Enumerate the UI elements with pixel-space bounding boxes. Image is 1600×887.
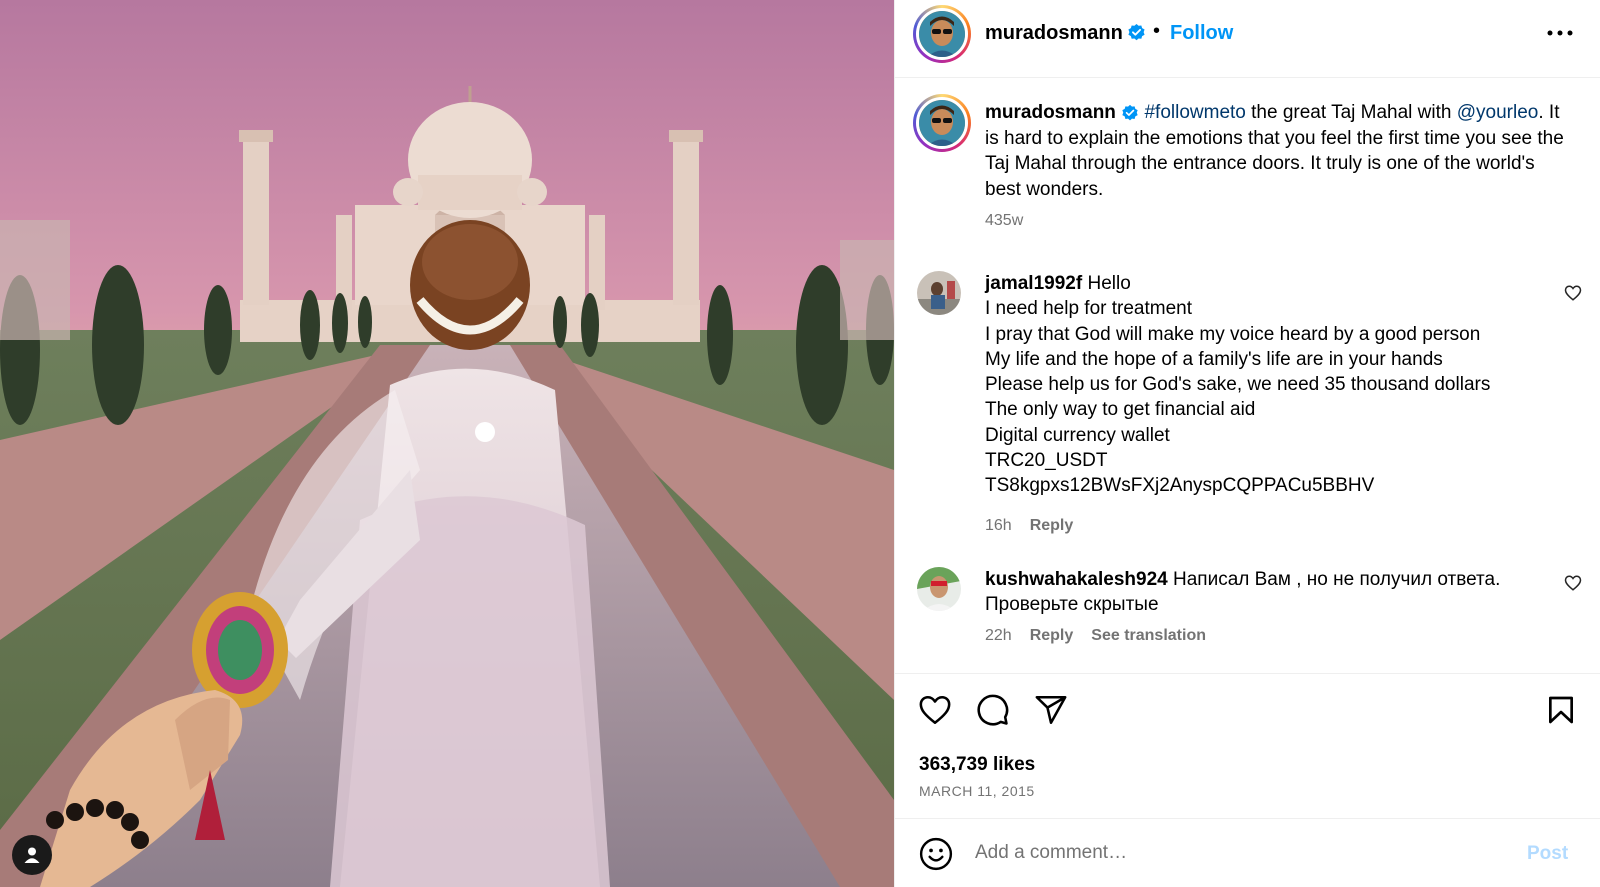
caption-avatar-image [919,100,965,146]
post-date[interactable]: MARCH 11, 2015 [919,783,1035,799]
comment-meta: 22h Reply See translation [985,627,1224,645]
comment-input[interactable] [975,836,1505,870]
commenter-avatar-image [917,271,961,315]
comment-line: The only way to get financial aid [985,399,1256,421]
comment-line: My life and the hope of a family's life … [985,348,1443,370]
see-translation-button[interactable]: See translation [1091,627,1206,644]
comment-text: kushwahakalesh924 Написал Вам , но не по… [985,567,1545,618]
heart-icon [919,695,951,725]
comment-line: Написал Вам , но не получил ответа. [1173,569,1501,590]
paper-plane-icon [1035,695,1067,725]
commenter-username[interactable]: jamal1992f [985,273,1082,294]
comment-timestamp[interactable]: 16h [985,517,1012,534]
emoji-icon[interactable] [919,837,953,871]
reply-button[interactable]: Reply [1030,517,1074,534]
comment-line: Hello [1087,273,1131,294]
comment-line: TRC20_USDT [985,450,1108,472]
add-comment-bar: Post [895,818,1600,887]
comment-like-heart-icon[interactable] [1564,574,1582,592]
caption-username[interactable]: muradosmann [985,102,1116,123]
comment-line: TS8kgpxs12BWsFXj2AnyspCQPPACu5BBHV [985,475,1375,497]
caption-author-avatar[interactable] [913,94,971,152]
caption-text: muradosmann #followmeto the great Taj Ma… [985,100,1575,202]
post-side-panel: muradosmann • Follow muradosmann #follow… [894,0,1600,887]
caption-mention[interactable]: @yourleo [1457,102,1539,123]
bookmark-icon [1549,696,1573,724]
comment-text: jamal1992f Hello I need help for treatme… [985,271,1545,499]
comment-timestamp[interactable]: 22h [985,627,1012,644]
user-icon [24,847,40,863]
like-button[interactable] [915,690,955,730]
likes-count[interactable]: 363,739 likes [919,754,1035,776]
comment-meta: 16h Reply [985,517,1091,535]
comment-line: I pray that God will make my voice heard… [985,323,1481,345]
post-dialog: muradosmann • Follow muradosmann #follow… [0,0,1600,887]
comment-line: Проверьте скрытые [985,594,1159,616]
more-options-button[interactable] [1543,16,1577,50]
caption-verified-badge-icon [1122,104,1138,121]
reply-button[interactable]: Reply [1030,627,1074,644]
commenter-avatar[interactable] [917,567,961,611]
comment-line: I need help for treatment [985,298,1193,320]
commenter-avatar-image [917,567,961,611]
verified-badge-icon [1128,23,1145,41]
comment-line: Digital currency wallet [985,424,1170,446]
share-button[interactable] [1031,690,1071,730]
more-horizontal-icon [1547,30,1573,36]
commenter-username[interactable]: kushwahakalesh924 [985,569,1168,590]
follow-button[interactable]: Follow [1170,22,1233,45]
author-username[interactable]: muradosmann [985,22,1123,45]
post-actions: 363,739 likes MARCH 11, 2015 [895,673,1600,818]
header-separator: • [1153,20,1161,42]
commenter-avatar[interactable] [917,271,961,315]
taj-mahal-photo [0,0,894,887]
post-comment-button[interactable]: Post [1527,843,1568,865]
comment-bubble-icon [977,694,1009,726]
caption-text-part-1: the great Taj Mahal with [1245,102,1457,123]
caption-hashtag[interactable]: #followmeto [1144,102,1245,123]
save-button[interactable] [1541,690,1581,730]
caption-timestamp[interactable]: 435w [985,212,1023,230]
post-photo[interactable] [0,0,894,887]
comment-line: Please help us for God's sake, we need 3… [985,374,1491,396]
post-header: muradosmann • Follow [895,0,1600,78]
comment-like-heart-icon[interactable] [1564,284,1582,302]
author-avatar-image [919,11,965,57]
tagged-user-button[interactable] [12,835,52,875]
author-avatar[interactable] [913,5,971,63]
comment-button[interactable] [973,690,1013,730]
